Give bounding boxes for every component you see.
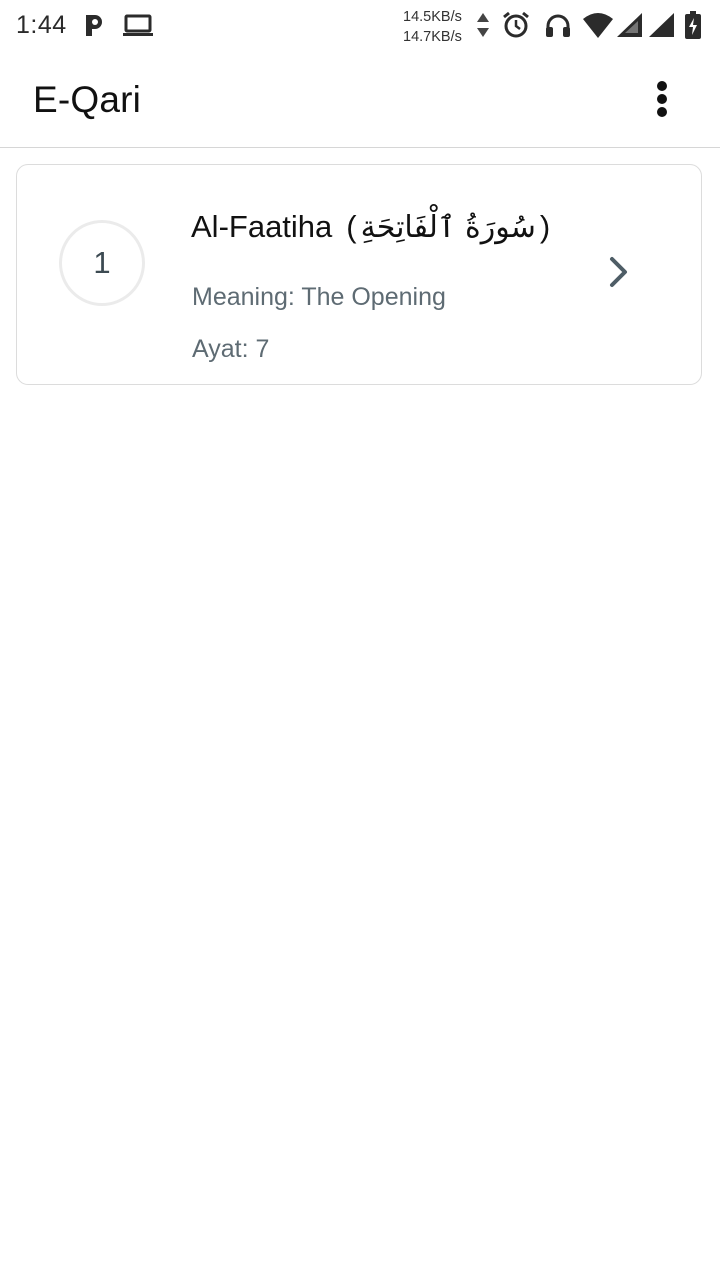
surah-paren-open: ( <box>346 209 357 244</box>
status-time: 1:44 <box>16 11 67 39</box>
wifi-icon <box>583 13 613 38</box>
signal-icon <box>649 13 674 37</box>
status-bar: 1:44 14.5KB/s 14.7KB/s <box>0 0 720 52</box>
surah-ayat-count: Ayat: 7 <box>192 335 270 363</box>
upload-speed: 14.5KB/s <box>403 9 462 25</box>
signal-icon <box>617 13 642 37</box>
app-title: E-Qari <box>33 79 142 120</box>
surah-meaning: Meaning: The Opening <box>192 283 446 311</box>
data-activity-icon <box>477 13 489 37</box>
menu-dot <box>657 107 667 117</box>
surah-card[interactable]: 1 Al-Faatiha ( سُورَةُ ٱلْفَاتِحَةِ ) Me… <box>16 164 702 385</box>
surah-paren-close: ) <box>539 209 551 244</box>
download-speed: 14.7KB/s <box>403 29 462 45</box>
alarm-icon <box>503 11 529 38</box>
chevron-right-icon[interactable] <box>607 255 631 289</box>
network-speed: 14.5KB/s 14.7KB/s <box>403 7 462 47</box>
laptop-icon <box>123 14 153 36</box>
headphones-icon <box>546 14 570 37</box>
parking-notification-icon <box>86 15 102 36</box>
more-vert-icon[interactable] <box>645 76 681 122</box>
surah-number-badge: 1 <box>59 220 145 306</box>
menu-dot <box>657 81 667 91</box>
surah-title: Al-Faatiha ( سُورَةُ ٱلْفَاتِحَةِ ) <box>191 209 550 245</box>
surah-name: Al-Faatiha <box>191 209 333 244</box>
battery-charging-icon <box>685 11 701 39</box>
app-bar: E-Qari <box>0 52 720 148</box>
menu-dot <box>657 94 667 104</box>
surah-arabic-name: سُورَةُ ٱلْفَاتِحَةِ <box>360 209 536 245</box>
